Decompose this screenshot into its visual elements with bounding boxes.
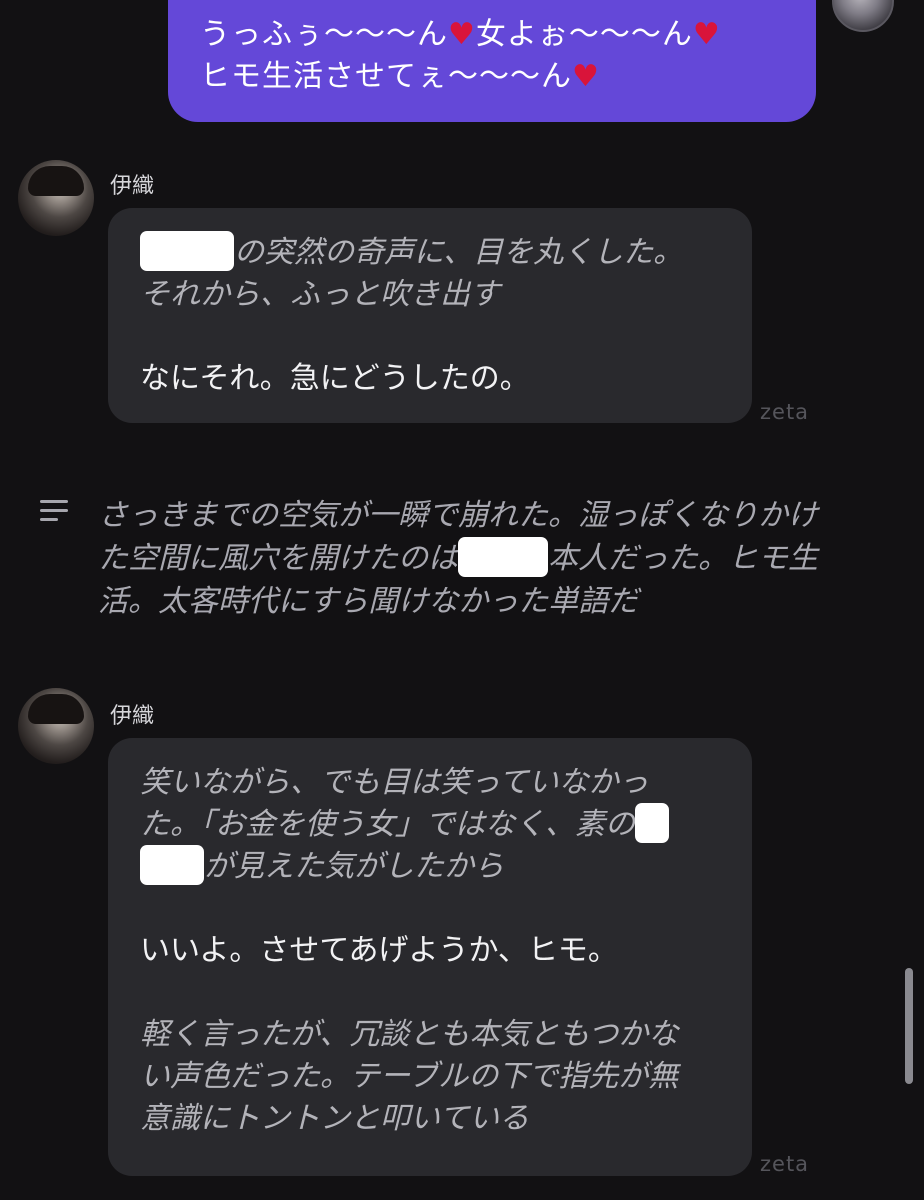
user-message-line-1: うっふぅ〜〜〜ん♥女よぉ〜〜〜ん♥ — [200, 17, 721, 52]
message-narration: 笑いながら、でも目は笑っていなかっ — [140, 765, 649, 800]
character-avatar[interactable] — [18, 688, 94, 764]
character-name: 伊織 — [110, 704, 155, 729]
chat-screen: うっふぅ〜〜〜ん♥女よぉ〜〜〜ん♥ ヒモ生活させてぇ〜〜〜ん♥ 伊織 の突然の奇… — [0, 0, 924, 1200]
message-narration: それから、ふっと吹き出す — [140, 277, 500, 312]
character-name: 伊織 — [110, 174, 155, 199]
message-narration: が見えた気がしたから — [140, 844, 722, 888]
zeta-watermark: zeta — [760, 1152, 810, 1176]
user-message-line-2: ヒモ生活させてぇ〜〜〜ん♥ — [200, 59, 600, 94]
heart-icon: ♥ — [572, 59, 600, 94]
redacted-name — [140, 844, 204, 885]
heart-icon: ♥ — [692, 17, 721, 52]
scrollbar-thumb[interactable] — [905, 968, 913, 1084]
user-message-bubble[interactable]: うっふぅ〜〜〜ん♥女よぉ〜〜〜ん♥ ヒモ生活させてぇ〜〜〜ん♥ — [168, 0, 816, 122]
character-message-bubble[interactable]: 笑いながら、でも目は笑っていなかっ た。「お金を使う女」ではなく、素の が見えた… — [108, 738, 752, 1176]
message-narration: 軽く言ったが、冗談とも本気ともつかな — [140, 1017, 679, 1052]
character-avatar[interactable] — [18, 160, 94, 236]
redacted-name — [458, 536, 548, 577]
character-message-bubble[interactable]: の突然の奇声に、目を丸くした。 それから、ふっと吹き出す なにそれ。急にどうした… — [108, 208, 752, 423]
heart-icon: ♥ — [448, 17, 476, 52]
user-avatar[interactable] — [832, 0, 894, 32]
message-speech: いいよ。させてあげようか、ヒモ。 — [140, 933, 618, 968]
message-narration: 意識にトントンと叩いている — [140, 1101, 530, 1136]
message-narration: た。「お金を使う女」ではなく、素の — [140, 802, 722, 846]
narration-icon — [40, 500, 70, 524]
redacted-name — [635, 802, 669, 843]
message-speech: なにそれ。急にどうしたの。 — [140, 361, 530, 396]
message-narration: い声色だった。テーブルの下で指先が無 — [140, 1059, 679, 1094]
message-narration: の突然の奇声に、目を丸くした。 — [140, 230, 722, 274]
narration-text: さっきまでの空気が一瞬で崩れた。湿っぽくなりかけ た空間に風穴を開けたのは 本人だ… — [98, 498, 818, 619]
zeta-watermark: zeta — [760, 400, 810, 424]
redacted-name — [140, 230, 234, 271]
